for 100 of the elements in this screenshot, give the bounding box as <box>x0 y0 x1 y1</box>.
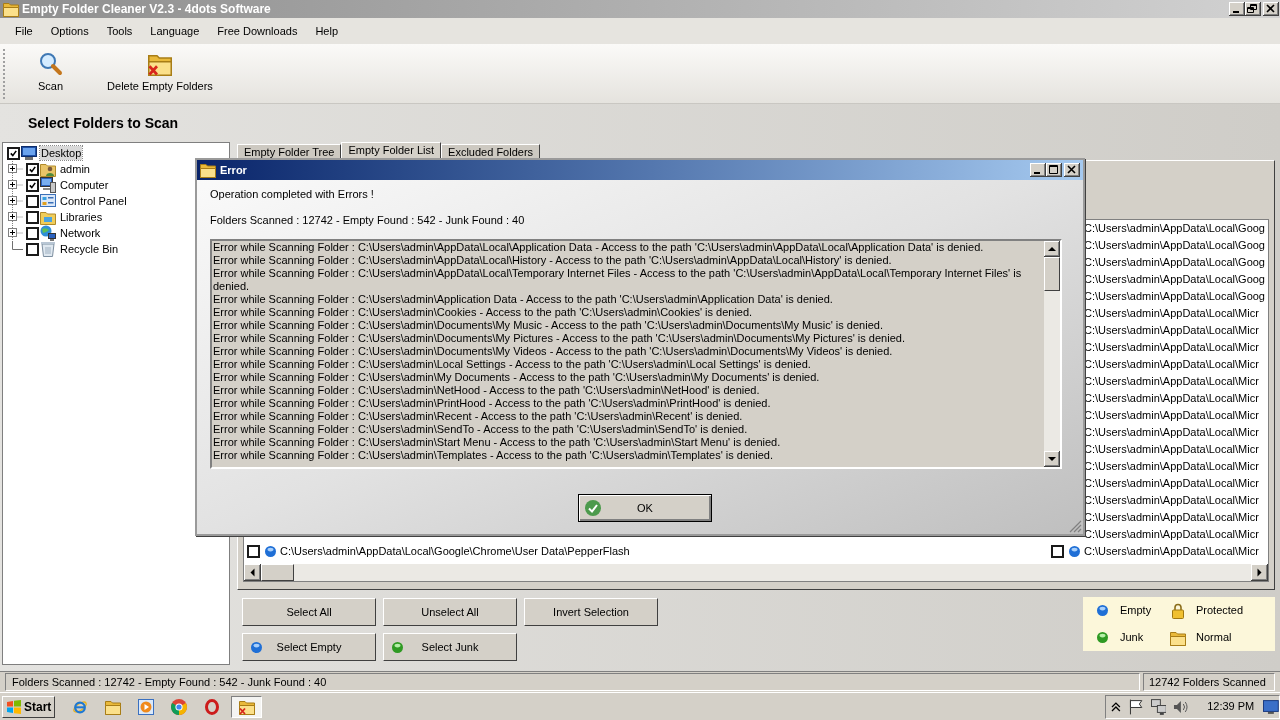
horizontal-scrollbar[interactable] <box>244 564 1268 581</box>
e-logo-icon[interactable] <box>72 698 88 715</box>
log-line: Error while Scanning Folder : C:\Users\admin\Recent - Access to the path 'C:\Users\admin\Recent' is denied. <box>213 410 743 423</box>
selection-button[interactable]: Unselect All <box>383 598 517 626</box>
tree-item[interactable]: Desktop <box>40 146 83 160</box>
folder-path[interactable]: C:\Users\admin\AppData\Local\Micr <box>1084 460 1259 473</box>
maximize-button[interactable] <box>1046 163 1062 177</box>
taskbar-app-button[interactable] <box>231 695 262 718</box>
checkbox[interactable] <box>26 226 39 240</box>
segmented-circle-icon[interactable] <box>171 698 187 715</box>
checkmark-icon <box>585 500 601 516</box>
folder-path[interactable]: C:\Users\admin\AppData\Local\Goog <box>1084 239 1265 252</box>
scan-summary: Folders Scanned : 12742 - Empty Found : 542 - Junk Found : 40 <box>210 214 525 227</box>
checkbox[interactable] <box>26 178 39 192</box>
folder-path[interactable]: C:\Users\admin\AppData\Local\Micr <box>1084 307 1259 320</box>
menu-item[interactable]: Options <box>41 21 98 41</box>
chevron-up-icon[interactable] <box>1111 701 1121 712</box>
checkbox[interactable] <box>247 545 260 558</box>
minimize-button[interactable] <box>1030 163 1046 177</box>
checkbox[interactable] <box>1051 545 1064 558</box>
desktop-icon <box>21 145 37 161</box>
folder-path[interactable]: C:\Users\admin\AppData\Local\Micr <box>1084 477 1259 490</box>
folder-path[interactable]: C:\Users\admin\AppData\Local\Micr <box>1084 375 1259 388</box>
folder-path[interactable]: C:\Users\admin\AppData\Local\Micr <box>1084 494 1259 507</box>
tree-item[interactable]: Libraries <box>59 210 104 224</box>
ring-icon[interactable] <box>204 698 220 715</box>
flag-icon[interactable] <box>1127 698 1144 715</box>
log-line: Error while Scanning Folder : C:\Users\admin\Start Menu - Access to the path 'C:\Users\admin\Start Menu' is denied. <box>213 436 781 449</box>
folder-path[interactable]: C:\Users\admin\AppData\Local\Micr <box>1084 341 1259 354</box>
ok-button[interactable]: OK <box>578 494 712 522</box>
arrow-left-icon[interactable] <box>244 564 261 581</box>
folder-icon <box>3 1 19 17</box>
library-folder-icon <box>40 209 56 225</box>
expand-toggle-icon[interactable] <box>5 193 23 209</box>
delete-folders-button[interactable]: Delete Empty Folders <box>101 49 219 93</box>
scan-button[interactable]: Scan <box>20 49 82 93</box>
media-play-icon[interactable] <box>138 698 154 715</box>
log-line: Error while Scanning Folder : C:\Users\admin\PrintHood - Access to the path 'C:\Users\admin\PrintHood' is denied. <box>213 397 771 410</box>
expand-toggle-icon[interactable] <box>5 209 23 225</box>
speaker-icon[interactable] <box>1173 698 1190 715</box>
start-button[interactable]: Start <box>2 695 55 718</box>
network-icon[interactable] <box>1150 698 1167 715</box>
folder-path[interactable]: C:\Users\admin\AppData\Local\Micr <box>1084 443 1259 456</box>
selection-button[interactable]: Invert Selection <box>524 598 658 626</box>
folder-path[interactable]: C:\Users\admin\AppData\Local\Goog <box>1084 273 1265 286</box>
resize-grip-icon[interactable] <box>1069 520 1082 533</box>
close-button[interactable] <box>1064 163 1080 177</box>
expand-toggle-icon[interactable] <box>5 177 23 193</box>
menu-item[interactable]: Tools <box>97 21 142 41</box>
menu-item[interactable]: File <box>6 21 42 41</box>
tree-item[interactable]: Computer <box>59 178 110 192</box>
folder-path[interactable]: C:\Users\admin\AppData\Local\Micr <box>1084 511 1259 524</box>
log-line: Error while Scanning Folder : C:\Users\admin\AppData\Local\Application Data - Access to the path 'C:\Users\admin\AppData\Local\Application Data' is denied. <box>213 241 984 254</box>
tree-item[interactable]: admin <box>59 162 91 176</box>
vertical-scrollbar[interactable] <box>1044 241 1060 467</box>
clock[interactable]: 12:39 PM <box>1207 700 1255 713</box>
folder-icon <box>200 162 216 178</box>
folder-path[interactable]: C:\Users\admin\AppData\Local\Micr <box>1084 426 1259 439</box>
selection-button[interactable]: Select Empty <box>242 633 376 661</box>
expand-toggle-icon[interactable] <box>5 161 23 177</box>
user-folder-icon <box>40 161 56 177</box>
selection-button[interactable]: Select All <box>242 598 376 626</box>
folder-path[interactable]: C:\Users\admin\AppData\Local\Micr <box>1084 528 1259 541</box>
close-button[interactable] <box>1263 2 1279 16</box>
menu-item[interactable]: Free Downloads <box>208 21 307 41</box>
arrow-up-icon[interactable] <box>1044 241 1060 257</box>
folder-path[interactable]: C:\Users\admin\AppData\Local\Micr <box>1084 324 1259 337</box>
restore-button[interactable] <box>1245 2 1261 16</box>
log-line: Error while Scanning Folder : C:\Users\admin\SendTo - Access to the path 'C:\Users\admin\SendTo' is denied. <box>213 423 748 436</box>
arrow-right-icon[interactable] <box>1251 564 1268 581</box>
folder-path[interactable]: C:\Users\admin\AppData\Local\Micr <box>1084 392 1259 405</box>
checkbox[interactable] <box>26 242 39 256</box>
tree-item[interactable]: Control Panel <box>59 194 128 208</box>
checkbox[interactable] <box>26 162 39 176</box>
scrollbar-thumb[interactable] <box>261 564 294 581</box>
folder-path[interactable]: C:\Users\admin\AppData\Local\Goog <box>1084 256 1265 269</box>
scrollbar-thumb[interactable] <box>1044 257 1060 291</box>
search-icon <box>38 52 63 76</box>
folder-delete-icon <box>147 52 172 76</box>
error-log-field[interactable] <box>210 239 1062 469</box>
checkbox[interactable] <box>26 210 39 224</box>
arrow-down-icon[interactable] <box>1044 451 1060 467</box>
show-desktop-icon[interactable] <box>1263 698 1279 715</box>
status-count: 12742 Folders Scanned <box>1143 673 1275 691</box>
checkbox[interactable] <box>7 146 20 160</box>
minimize-button[interactable] <box>1229 2 1245 16</box>
folder-icon[interactable] <box>105 698 121 715</box>
folder-path[interactable]: C:\Users\admin\AppData\Local\Goog <box>1084 222 1265 235</box>
folder-path[interactable]: C:\Users\admin\AppData\Local\Micr <box>1084 358 1259 371</box>
folder-path[interactable]: C:\Users\admin\AppData\Local\Micr <box>1084 545 1259 558</box>
checkbox[interactable] <box>26 194 39 208</box>
tree-item[interactable]: Network <box>59 226 102 240</box>
menu-item[interactable]: Help <box>306 21 347 41</box>
menu-item[interactable]: Language <box>141 21 209 41</box>
expand-toggle-icon[interactable] <box>5 225 23 241</box>
selection-button[interactable]: Select Junk <box>383 633 517 661</box>
tree-item[interactable]: Recycle Bin <box>59 242 120 256</box>
folder-path[interactable]: C:\Users\admin\AppData\Local\Micr <box>1084 409 1259 422</box>
folder-path[interactable]: C:\Users\admin\AppData\Local\Google\Chrome\User Data\PepperFlash <box>280 545 630 558</box>
folder-path[interactable]: C:\Users\admin\AppData\Local\Goog <box>1084 290 1265 303</box>
